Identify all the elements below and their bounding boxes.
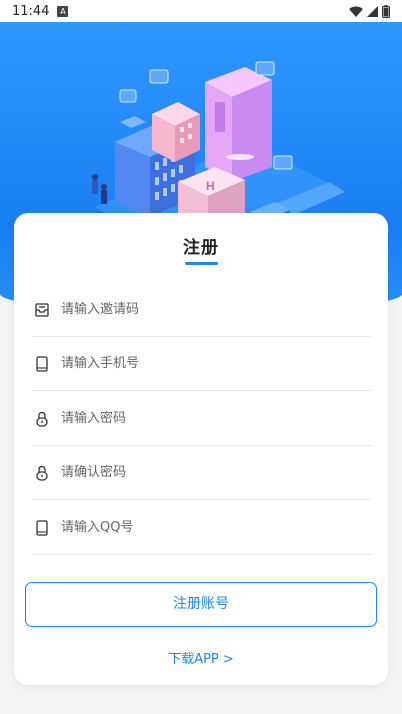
page-title: 注册 bbox=[183, 238, 219, 258]
password-input[interactable] bbox=[61, 411, 341, 426]
confirm-password-input[interactable] bbox=[61, 465, 341, 480]
register-button[interactable]: 注册账号 bbox=[25, 582, 377, 627]
lock-icon bbox=[33, 464, 51, 482]
download-app-link[interactable]: 下载APP > bbox=[14, 648, 388, 667]
wifi-icon bbox=[349, 6, 363, 17]
notification-icon: A bbox=[57, 5, 69, 17]
signal-icon bbox=[367, 5, 378, 17]
qq-field bbox=[32, 501, 372, 555]
phone-input[interactable] bbox=[61, 356, 341, 371]
invite-code-input[interactable] bbox=[61, 302, 341, 317]
title-underline bbox=[185, 262, 218, 265]
svg-text:H: H bbox=[206, 179, 215, 193]
status-bar: 11:44 A bbox=[0, 0, 402, 22]
qq-input[interactable] bbox=[61, 520, 341, 535]
invite-box-icon bbox=[33, 301, 51, 319]
password-field bbox=[32, 392, 372, 446]
status-time: 11:44 bbox=[12, 3, 50, 19]
register-card: 注册 请输入邀请码 请输入手机号 请输入QQ号 注册账号 下载APP > bbox=[14, 213, 388, 685]
invite-code-field bbox=[32, 283, 372, 337]
lock-icon bbox=[33, 410, 51, 428]
confirm-password-field bbox=[32, 446, 372, 500]
phone-field bbox=[32, 337, 372, 391]
battery-icon bbox=[382, 4, 390, 18]
phone-icon bbox=[33, 355, 51, 373]
phone-icon bbox=[33, 519, 51, 537]
